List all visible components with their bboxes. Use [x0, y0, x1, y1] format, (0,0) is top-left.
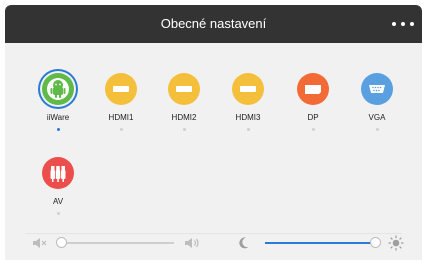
source-label: HDMI3 — [235, 113, 261, 122]
volume-slider-knob[interactable] — [56, 237, 67, 248]
indicator-dot — [56, 212, 60, 215]
brightness-slider-fill — [265, 242, 376, 244]
sun-icon — [388, 235, 404, 251]
source-hdmi2[interactable]: HDMI2 — [156, 73, 212, 131]
source-iiware[interactable]: iiWare — [30, 73, 86, 131]
source-dp[interactable]: DP — [285, 73, 341, 131]
volume-slider[interactable] — [61, 242, 174, 244]
speaker-loud-icon — [185, 238, 199, 248]
divider — [25, 233, 402, 234]
vga-port-icon — [361, 73, 393, 105]
source-hdmi3[interactable]: HDMI3 — [220, 73, 276, 131]
source-vga[interactable]: VGA — [349, 73, 405, 131]
indicator-dot — [182, 128, 186, 131]
hdmi-port-icon — [168, 73, 200, 105]
displayport-icon — [297, 73, 329, 105]
source-label: HDMI2 — [171, 113, 197, 122]
source-label: VGA — [368, 113, 386, 122]
indicator-dot — [375, 128, 379, 131]
indicator-dot — [246, 128, 250, 131]
more-dots-icon[interactable] — [392, 14, 414, 34]
av-rca-icon — [42, 157, 74, 189]
indicator-dot — [119, 128, 123, 131]
hdmi-port-icon — [105, 73, 137, 105]
source-hdmi1[interactable]: HDMI1 — [93, 73, 149, 131]
indicator-dot — [311, 128, 315, 131]
header-bar: Obecné nastavení — [5, 5, 422, 43]
settings-panel: Obecné nastavení iiWare HDMI1 HDMI2 HDMI… — [5, 5, 422, 260]
page-title: Obecné nastavení — [160, 16, 267, 31]
source-label: AV — [52, 197, 64, 206]
selected-indicator — [56, 128, 60, 131]
hdmi-port-icon — [232, 73, 264, 105]
source-label: DP — [307, 113, 319, 122]
speaker-mute-icon — [33, 238, 47, 248]
source-label: iiWare — [46, 113, 70, 122]
android-robot-icon — [42, 73, 74, 105]
moon-icon — [239, 237, 249, 249]
source-label: HDMI1 — [108, 113, 134, 122]
source-av[interactable]: AV — [30, 157, 86, 215]
brightness-slider-knob[interactable] — [370, 237, 381, 248]
